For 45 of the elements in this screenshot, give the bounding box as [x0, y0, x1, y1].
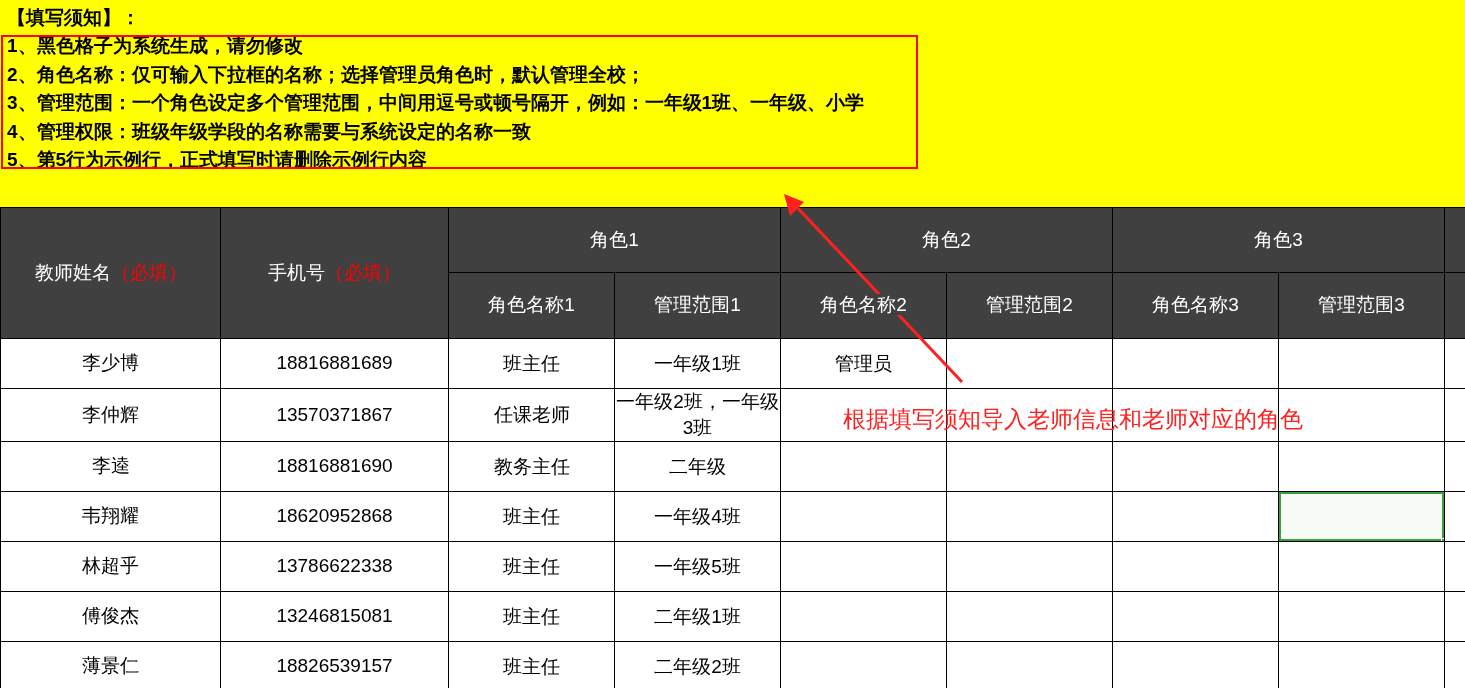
table-cell: 薄景仁 — [0, 641, 221, 688]
table-cell: 班主任 — [448, 591, 615, 642]
table-cell: 18816881689 — [220, 338, 449, 389]
table-cell: 18620952868 — [220, 491, 449, 542]
table-cell: 一年级1班 — [614, 338, 781, 389]
column-header: 管理范围2 — [946, 272, 1113, 339]
table-cell: 韦翔耀 — [0, 491, 221, 542]
table-cell: 一年级4班 — [614, 491, 781, 542]
table-cell: 二年级 — [614, 441, 781, 492]
notice-title: 【填写须知】： — [7, 6, 141, 30]
table-cell: 傅俊杰 — [0, 591, 221, 642]
table-cell: 班主任 — [448, 491, 615, 542]
column-header: 角色名称1 — [448, 272, 615, 339]
column-header: 角色名称2 — [780, 272, 947, 339]
notice-line: 4、管理权限：班级年级学段的名称需要与系统设定的名称一致 — [7, 119, 532, 144]
table-cell: 班主任 — [448, 338, 615, 389]
table-cell: 林超乎 — [0, 541, 221, 592]
table-cell: 班主任 — [448, 541, 615, 592]
notice-line: 1、黑色格子为系统生成，请勿修改 — [7, 34, 304, 58]
table-cell: 二年级1班 — [614, 591, 781, 642]
group-header: 角色3 — [1112, 207, 1445, 273]
column-header: 管理范围1 — [614, 272, 781, 339]
table-cell: 13786622338 — [220, 541, 449, 592]
table-cell: 李少博 — [0, 338, 221, 389]
table-cell: 18816881690 — [220, 441, 449, 492]
table-cell: 一年级5班 — [614, 541, 781, 592]
group-header: 角色1 — [448, 207, 781, 273]
group-header — [1444, 207, 1465, 273]
notice-line: 3、管理范围：一个角色设定多个管理范围，中间用逗号或顿号隔开，例如：一年级1班、一年级、小学 — [7, 91, 866, 115]
table-cell: 一年级2班，一年级3班 — [614, 388, 781, 442]
column-header: 管理范围3 — [1278, 272, 1445, 339]
required-mark: （必填） — [110, 261, 187, 283]
table-cell: 13570371867 — [220, 388, 449, 442]
table-cell: 李仲辉 — [0, 388, 221, 442]
table-cell: 任课老师 — [448, 388, 615, 442]
table-cell: 管理员 — [780, 338, 947, 389]
table-cell: 教务主任 — [448, 441, 615, 492]
column-header: 教师姓名（必填） — [0, 207, 221, 339]
column-header: 手机号（必填） — [220, 207, 449, 339]
required-mark: （必填） — [325, 261, 401, 283]
group-header: 角色2 — [780, 207, 1113, 273]
table-cell: 13246815081 — [220, 591, 449, 642]
table-cell: 李逵 — [0, 441, 221, 492]
notice-line: 2、角色名称：仅可输入下拉框的名称；选择管理员角色时，默认管理全校； — [7, 62, 646, 87]
column-header: 角色名称3 — [1112, 272, 1279, 339]
